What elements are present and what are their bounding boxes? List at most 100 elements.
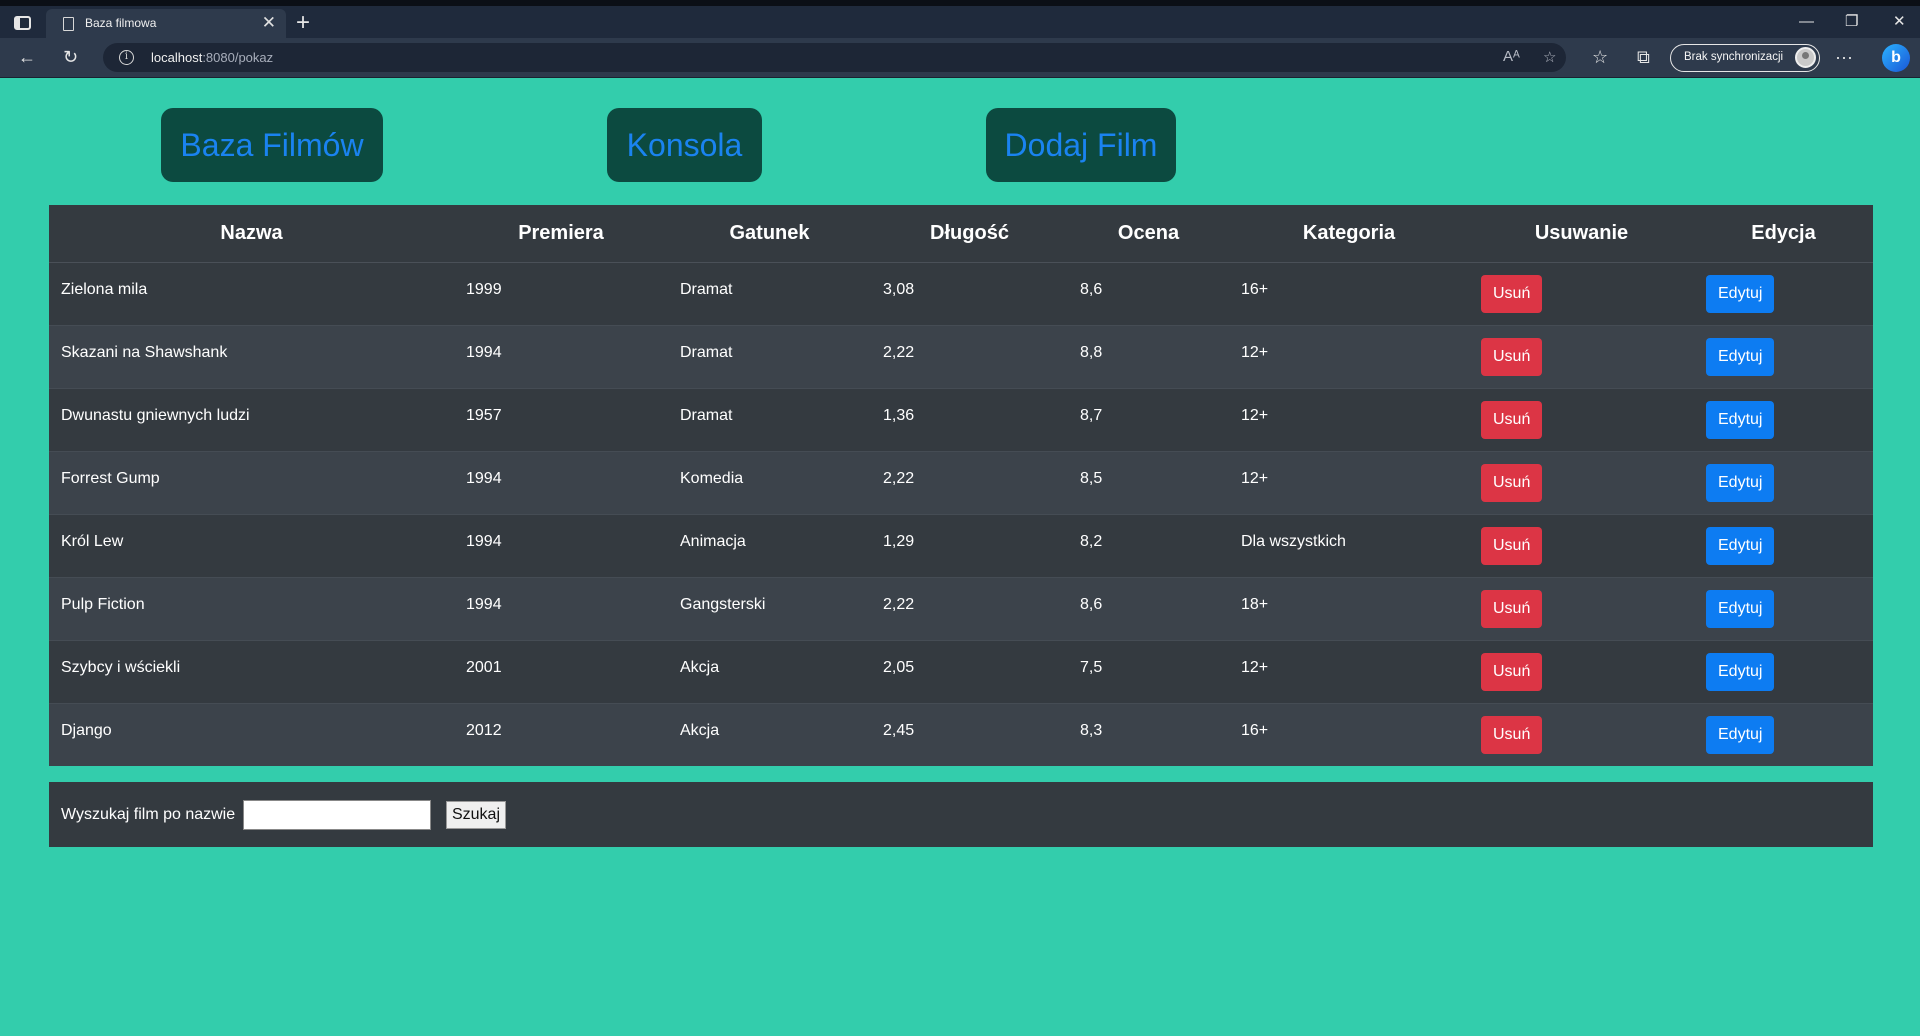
cell-rating: 8,6 [1068, 261, 1229, 325]
cell-premiere: 1994 [454, 324, 668, 388]
cell-rating: 7,5 [1068, 639, 1229, 703]
edit-button[interactable]: Edytuj [1706, 400, 1775, 439]
cell-genre: Dramat [668, 324, 871, 388]
new-tab-icon[interactable]: + [296, 9, 310, 37]
column-header: Premiera [454, 205, 668, 263]
edit-button[interactable]: Edytuj [1706, 526, 1775, 565]
cell-delete: Usuń [1469, 450, 1694, 514]
close-tab-icon[interactable]: ✕ [262, 13, 276, 33]
more-menu-icon[interactable]: ··· [1835, 47, 1853, 67]
cell-delete: Usuń [1469, 702, 1694, 766]
minimize-icon[interactable]: — [1799, 12, 1814, 32]
page-icon [63, 17, 74, 31]
delete-button[interactable]: Usuń [1481, 715, 1543, 754]
cell-delete: Usuń [1469, 261, 1694, 325]
delete-button[interactable]: Usuń [1481, 526, 1543, 565]
delete-button[interactable]: Usuń [1481, 274, 1543, 313]
cell-title: Szybcy i wściekli [49, 639, 454, 703]
films-table-container: Nazwa Premiera Gatunek Długość Ocena Kat… [49, 205, 1873, 766]
collections-icon[interactable]: ⧉ [1637, 47, 1650, 67]
cell-title: Forrest Gump [49, 450, 454, 514]
search-input[interactable] [243, 800, 431, 830]
browser-toolbar: ← ↻ i localhost:8080/pokaz Aᴬ ☆ ☆ ⧉ Brak… [0, 38, 1920, 78]
delete-button[interactable]: Usuń [1481, 463, 1543, 502]
back-icon[interactable]: ← [18, 47, 36, 67]
nav-console-button[interactable]: Konsola [607, 108, 762, 182]
favorites-icon[interactable]: ☆ [1592, 47, 1608, 67]
cell-genre: Animacja [668, 513, 871, 577]
copilot-icon[interactable]: b [1882, 44, 1910, 72]
nav-home-button[interactable]: Baza Filmów [161, 108, 383, 182]
column-header: Ocena [1068, 205, 1229, 263]
cell-premiere: 1994 [454, 576, 668, 640]
read-aloud-icon[interactable]: Aᴬ [1503, 48, 1520, 65]
cell-rating: 8,8 [1068, 324, 1229, 388]
search-button[interactable]: Szukaj [446, 801, 506, 829]
cell-rating: 8,6 [1068, 576, 1229, 640]
cell-edit: Edytuj [1694, 576, 1873, 640]
cell-category: 18+ [1229, 576, 1469, 640]
cell-edit: Edytuj [1694, 387, 1873, 451]
cell-delete: Usuń [1469, 387, 1694, 451]
restore-icon[interactable]: ❐ [1845, 12, 1858, 32]
cell-length: 2,22 [871, 576, 1068, 640]
table-row: Skazani na Shawshank 1994 Dramat 2,22 8,… [49, 324, 1873, 388]
site-info-icon[interactable]: i [119, 50, 134, 65]
profile-sync-button[interactable]: Brak synchronizacji [1670, 44, 1820, 72]
cell-premiere: 1957 [454, 387, 668, 451]
delete-button[interactable]: Usuń [1481, 589, 1543, 628]
cell-category: 12+ [1229, 387, 1469, 451]
cell-premiere: 1994 [454, 450, 668, 514]
reload-icon[interactable]: ↻ [63, 47, 78, 67]
cell-rating: 8,7 [1068, 387, 1229, 451]
cell-length: 1,36 [871, 387, 1068, 451]
url-path: :8080/pokaz [202, 50, 274, 65]
table-header-row: Nazwa Premiera Gatunek Długość Ocena Kat… [49, 205, 1873, 263]
address-bar[interactable]: i localhost:8080/pokaz Aᴬ ☆ [103, 43, 1566, 72]
cell-title: Zielona mila [49, 261, 454, 325]
column-header: Kategoria [1229, 205, 1469, 263]
cell-category: 16+ [1229, 261, 1469, 325]
cell-premiere: 1999 [454, 261, 668, 325]
close-window-icon[interactable]: ✕ [1893, 12, 1906, 32]
edit-button[interactable]: Edytuj [1706, 652, 1775, 691]
column-header: Nazwa [49, 205, 454, 263]
cell-premiere: 2001 [454, 639, 668, 703]
cell-category: 12+ [1229, 450, 1469, 514]
column-header: Gatunek [668, 205, 871, 263]
cell-genre: Akcja [668, 702, 871, 766]
tab-title: Baza filmowa [85, 16, 157, 30]
nav-add-film-button[interactable]: Dodaj Film [986, 108, 1176, 182]
column-header: Usuwanie [1469, 205, 1694, 263]
add-favorite-icon[interactable]: ☆ [1543, 48, 1556, 66]
cell-edit: Edytuj [1694, 702, 1873, 766]
cell-rating: 8,5 [1068, 450, 1229, 514]
delete-button[interactable]: Usuń [1481, 337, 1543, 376]
delete-button[interactable]: Usuń [1481, 652, 1543, 691]
cell-edit: Edytuj [1694, 450, 1873, 514]
cell-genre: Akcja [668, 639, 871, 703]
sync-label: Brak synchronizacji [1684, 51, 1784, 63]
edit-button[interactable]: Edytuj [1706, 463, 1775, 502]
cell-category: 16+ [1229, 702, 1469, 766]
cell-rating: 8,2 [1068, 513, 1229, 577]
tab-actions-icon[interactable] [14, 16, 31, 30]
table-row: Król Lew 1994 Animacja 1,29 8,2 Dla wszy… [49, 513, 1873, 577]
url-host: localhost [151, 50, 203, 65]
cell-rating: 8,3 [1068, 702, 1229, 766]
cell-length: 3,08 [871, 261, 1068, 325]
edit-button[interactable]: Edytuj [1706, 715, 1775, 754]
edit-button[interactable]: Edytuj [1706, 274, 1775, 313]
browser-tab[interactable]: Baza filmowa ✕ [46, 9, 286, 38]
edit-button[interactable]: Edytuj [1706, 337, 1775, 376]
cell-delete: Usuń [1469, 639, 1694, 703]
cell-delete: Usuń [1469, 513, 1694, 577]
cell-edit: Edytuj [1694, 261, 1873, 325]
edit-button[interactable]: Edytuj [1706, 589, 1775, 628]
table-row: Django 2012 Akcja 2,45 8,3 16+ Usuń Edyt… [49, 702, 1873, 766]
cell-length: 1,29 [871, 513, 1068, 577]
cell-edit: Edytuj [1694, 639, 1873, 703]
delete-button[interactable]: Usuń [1481, 400, 1543, 439]
table-row: Szybcy i wściekli 2001 Akcja 2,05 7,5 12… [49, 639, 1873, 703]
cell-category: 12+ [1229, 324, 1469, 388]
